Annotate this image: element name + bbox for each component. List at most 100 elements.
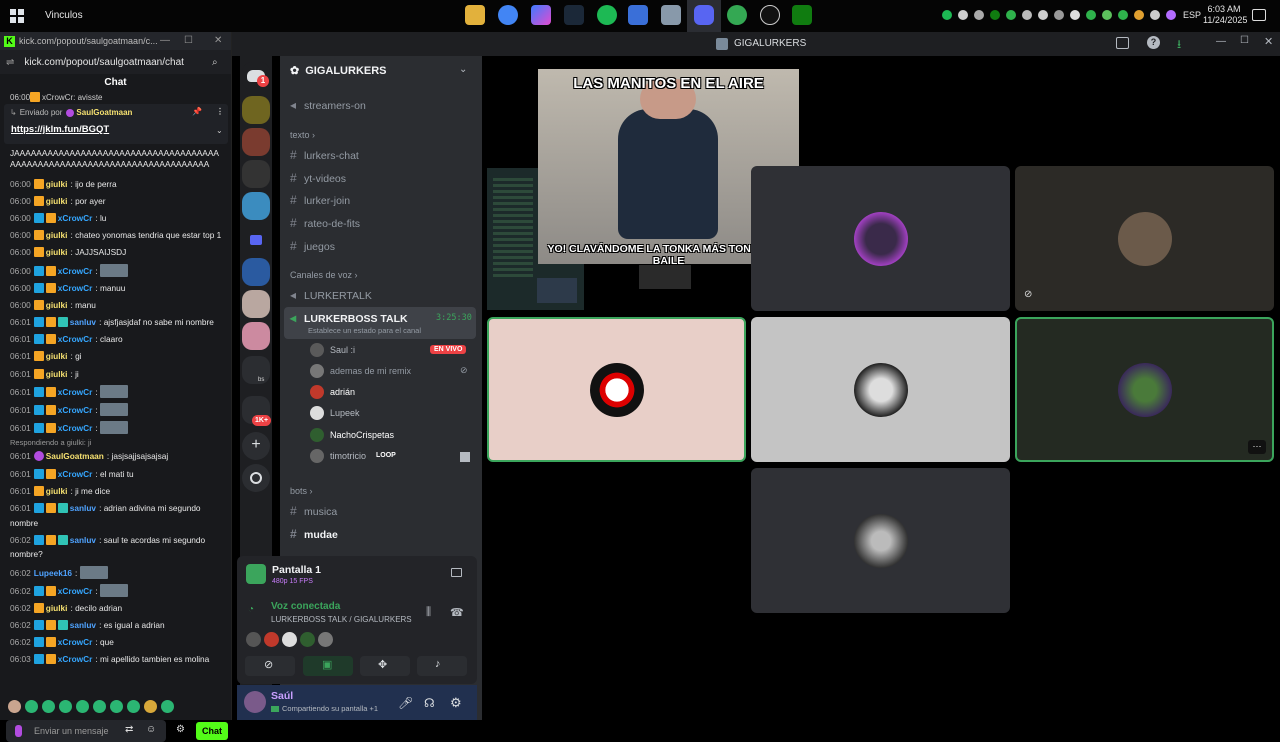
chat-message[interactable]: 06:00 giulki: chateo yonomas tendria que … <box>0 227 232 244</box>
message-username[interactable]: xCrowCr <box>58 654 93 664</box>
chat-message-list[interactable]: 06:00 giulki: ijo de perra 06:00 giulki: po… <box>0 175 232 705</box>
pinned-link[interactable]: https://jklm.fun/BGQT <box>11 124 109 135</box>
discover-icon[interactable] <box>242 464 270 492</box>
message-username[interactable]: sanluv <box>70 620 96 630</box>
message-username[interactable]: giulki <box>46 247 68 257</box>
steam-icon[interactable] <box>564 5 584 25</box>
chat-message[interactable]: 06:01 giulki: ji <box>0 365 232 382</box>
channel-status[interactable]: Establece un estado para el canal <box>308 326 421 335</box>
channel-lurker-join[interactable]: # lurker-join <box>290 193 350 207</box>
message-username[interactable]: xCrowCr <box>58 334 93 344</box>
message-username[interactable]: xCrowCr <box>58 586 93 596</box>
pen-tray-icon[interactable] <box>1166 10 1176 20</box>
headphones-icon[interactable]: ☊ <box>424 696 435 710</box>
tray-icon[interactable] <box>1150 10 1160 20</box>
message-username[interactable]: giulki <box>46 603 68 613</box>
site-settings-icon[interactable]: ⇌ <box>6 57 14 68</box>
tray-icon[interactable] <box>1134 10 1144 20</box>
message-username[interactable]: xCrowCr <box>58 213 93 223</box>
emoji-icon[interactable]: ☺ <box>146 724 156 735</box>
message-username[interactable]: SaulGoatmaan <box>46 451 104 461</box>
emote-icon[interactable] <box>110 700 123 713</box>
message-username[interactable]: giulki <box>46 351 68 361</box>
copilot-icon[interactable] <box>531 5 551 25</box>
emote-icon[interactable] <box>42 700 55 713</box>
tray-icon[interactable] <box>1118 10 1128 20</box>
chat-message[interactable]: 06:02 xCrowCr: <box>0 581 232 599</box>
voice-user[interactable]: Lupeek <box>310 406 360 420</box>
settings-icon[interactable]: ⚙ <box>176 724 185 735</box>
message-username[interactable]: sanluv <box>70 503 96 513</box>
maximize-icon[interactable]: ☐ <box>1240 35 1249 46</box>
voice-user[interactable]: adrián <box>310 385 355 399</box>
message-username[interactable]: giulki <box>46 300 68 310</box>
maximize-icon[interactable]: ☐ <box>184 35 193 46</box>
stop-stream-icon[interactable] <box>451 568 462 577</box>
chat-message[interactable]: 06:02 sanluv: es igual a adrian <box>0 617 232 634</box>
chevron-down-icon[interactable]: ⌄ <box>216 126 223 135</box>
spotify-icon[interactable] <box>597 5 617 25</box>
message-username[interactable]: giulki <box>46 179 68 189</box>
chat-message[interactable]: 06:00 xCrowCr: manuu <box>0 279 232 296</box>
microphone-tray-icon[interactable] <box>1070 10 1080 20</box>
connection-signal-icon[interactable]: ◔ <box>248 604 254 615</box>
more-options-icon[interactable]: ⋮ <box>216 107 224 116</box>
chat-message[interactable]: 06:01 xCrowCr: <box>0 382 232 400</box>
windows-start-icon[interactable] <box>10 9 24 23</box>
chat-message[interactable]: 06:01 xCrowCr: claaro <box>0 331 232 348</box>
emote-icon[interactable] <box>59 700 72 713</box>
minimize-icon[interactable]: — <box>160 35 170 46</box>
message-username[interactable]: xCrowCr <box>58 637 93 647</box>
chat-message[interactable]: 06:01 xCrowCr: <box>0 400 232 418</box>
tray-icon[interactable] <box>1022 10 1032 20</box>
emote-icon[interactable] <box>25 700 38 713</box>
chrome-icon[interactable] <box>498 5 518 25</box>
channel-mudae[interactable]: # mudae <box>290 527 338 541</box>
category-bots[interactable]: bots › <box>290 486 313 496</box>
chat-message[interactable]: 06:01 xCrowCr: <box>0 419 232 437</box>
participant-tile[interactable] <box>1015 317 1274 462</box>
channel-streamers-on[interactable]: ◂ streamers-on <box>290 98 366 112</box>
emote-icon[interactable] <box>127 700 140 713</box>
download-icon[interactable]: ⭳ <box>1177 35 1181 56</box>
participant-tile[interactable] <box>751 468 1010 613</box>
category-text[interactable]: texto › <box>290 130 315 140</box>
server-icon[interactable] <box>242 160 270 188</box>
voice-user[interactable]: ademas de mi remix <box>310 364 411 378</box>
more-options-icon[interactable]: ··· <box>1248 440 1266 454</box>
window-app-icon[interactable] <box>661 5 681 25</box>
disconnect-icon[interactable]: ☎ <box>450 606 464 619</box>
message-username[interactable]: xCrowCr <box>58 266 93 276</box>
message-username[interactable]: giulki <box>46 369 68 379</box>
voice-user[interactable]: Saul :i <box>310 343 355 357</box>
chat-message[interactable]: 06:00 xCrowCr: lu <box>0 209 232 226</box>
channel-lurkers-chat[interactable]: # lurkers-chat <box>290 148 359 162</box>
category-voice[interactable]: Canales de voz › <box>290 270 358 280</box>
server-icon[interactable] <box>242 96 270 124</box>
emote-icon[interactable] <box>144 700 157 713</box>
chrome-profile-icon[interactable] <box>727 5 747 25</box>
chat-message[interactable]: 06:01 xCrowCr: el mati tu <box>0 465 232 482</box>
chat-message[interactable]: 06:00 giulki: JAJJSAIJSDJ <box>0 244 232 261</box>
xbox-icon[interactable] <box>792 5 812 25</box>
voice-channel-lurkertalk[interactable]: ◂ LURKERTALK <box>290 288 372 302</box>
chat-message[interactable]: 06:01 giulki: ji me dice <box>0 482 232 499</box>
notification-icon[interactable] <box>1252 9 1266 21</box>
message-username[interactable]: xCrowCr <box>58 405 93 415</box>
chat-message[interactable]: 06:02 Lupeek16: <box>0 563 232 581</box>
server-icon[interactable] <box>242 322 270 350</box>
pin-icon[interactable]: 📌 <box>192 107 202 116</box>
chat-message[interactable]: 06:00 xCrowCr: <box>0 261 232 279</box>
chat-message[interactable]: 06:00 giulki: manu <box>0 296 232 313</box>
chat-message[interactable]: 06:00 giulki: por ayer <box>0 192 232 209</box>
voice-user[interactable]: timotricio <box>310 449 366 463</box>
emote-icon[interactable] <box>161 700 174 713</box>
message-username[interactable]: sanluv <box>70 317 96 327</box>
tray-icon[interactable] <box>1038 10 1048 20</box>
spotify-tray-icon[interactable] <box>942 10 952 20</box>
message-username[interactable]: xCrowCr <box>58 469 93 479</box>
channel-yt-videos[interactable]: # yt-videos <box>290 171 346 185</box>
message-username[interactable]: xCrowCr <box>58 283 93 293</box>
server-icon[interactable] <box>242 128 270 156</box>
discord-taskbar-icon[interactable] <box>694 5 714 25</box>
